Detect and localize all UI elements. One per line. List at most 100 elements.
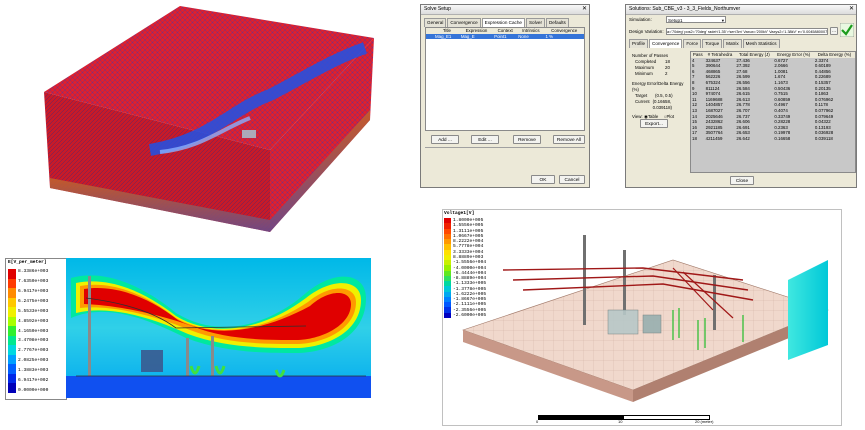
table-cell: 0.039118	[814, 135, 833, 141]
edit-button[interactable]: Edit ...	[471, 135, 499, 144]
legend-value: 5.5533e+003	[18, 308, 49, 314]
tab-profile[interactable]: Profile	[629, 39, 649, 48]
legend-value: 7.6350e+003	[18, 278, 49, 284]
legend-color-swatch	[8, 326, 16, 337]
legend-color-swatch	[8, 364, 16, 375]
legend-value: 4.1650e+003	[18, 328, 49, 334]
close-icon[interactable]: ✕	[849, 6, 854, 13]
field-legend-colorbar	[8, 269, 16, 394]
cell-intrinsics: None	[518, 33, 529, 39]
solve-setup-tabs: General Convergence Expression Cache Sol…	[421, 18, 589, 27]
legend-value: 8.3386e+003	[18, 269, 49, 274]
simulation-select[interactable]: Setup1 ▾	[666, 16, 726, 23]
substation-model	[462, 235, 829, 402]
current-value: (0.16658, 0.039118)	[652, 99, 673, 110]
convergence-info: Number of Passes Completed 18 Maximum 20 M…	[632, 53, 687, 120]
tab-mesh-statistics[interactable]: Mesh Statistics	[742, 39, 780, 48]
ok-button[interactable]: OK	[531, 175, 555, 184]
legend-color-swatch	[8, 373, 16, 384]
tab-convergence[interactable]: Convergence	[447, 18, 481, 27]
current-label: Current	[635, 99, 650, 104]
legend-color-swatch	[8, 335, 16, 346]
minimum-value: 2	[665, 71, 668, 76]
legend-value: 2.7767e+003	[18, 348, 49, 354]
checkmark-icon	[840, 23, 854, 37]
field-legend: E[V_per_meter] 8.3386e+003 7.6350e+003 6.9…	[5, 258, 67, 400]
remove-all-button[interactable]: Remove All	[553, 135, 585, 144]
close-icon[interactable]: ✕	[582, 6, 587, 13]
cell-convergence: 1 %	[545, 33, 554, 39]
transformer	[607, 309, 639, 335]
field-plot	[66, 258, 371, 398]
table-cell: 0.16658	[774, 135, 791, 141]
column-header-total-energy[interactable]: Total Energy (J)	[735, 52, 773, 58]
legend-value: 2.0825e+003	[18, 358, 49, 364]
scale-label-10: 10	[618, 419, 623, 424]
legend-color-swatch	[8, 278, 16, 289]
column-header-pass[interactable]: Pass	[691, 52, 705, 58]
close-button[interactable]: Close	[730, 176, 754, 185]
table-cell: 26.642	[736, 135, 750, 141]
legend-color-swatch	[8, 316, 16, 327]
design-variation-label: Design Variation:	[629, 29, 664, 34]
mesh-block-view	[44, 6, 374, 232]
tab-general[interactable]: General	[424, 18, 447, 27]
tab-defaults[interactable]: Defaults	[545, 18, 569, 27]
cell-title: Mag_E1	[435, 33, 452, 39]
simulation-label: Simulation:	[629, 17, 652, 22]
legend-color-swatch	[8, 307, 16, 318]
tab-expression-cache[interactable]: Expression Cache	[481, 18, 525, 27]
column-header-tetrahedra[interactable]: # Tetrahedra	[705, 52, 736, 58]
tab-torque[interactable]: Torque	[702, 39, 723, 48]
cell-expression: Mag_E	[460, 33, 475, 39]
table-row[interactable]: 18 4211459 26.642 0.16658 0.039118	[691, 136, 855, 142]
solve-setup-dialog: Solve Setup ✕ General Convergence Expres…	[420, 4, 590, 188]
solutions-tabs: Profile Convergence Force Torque Matrix …	[629, 39, 781, 48]
legend-color-swatch	[8, 354, 16, 365]
chevron-down-icon: ▾	[721, 18, 724, 23]
solutions-titlebar: Solutions: Sub_CBE_v3 - 3_3_Fields_North…	[626, 5, 856, 15]
solutions-title: Solutions: Sub_CBE_v3 - 3_3_Fields_North…	[629, 6, 741, 12]
scale-bar	[538, 415, 710, 420]
table-cell: 4211459	[705, 135, 723, 141]
solutions-window: Solutions: Sub_CBE_v3 - 3_3_Fields_North…	[625, 4, 857, 188]
more-button[interactable]: …	[830, 27, 838, 35]
tab-solver[interactable]: Solver	[525, 18, 545, 27]
scale-label-20: 20 (meter)	[695, 419, 714, 424]
simulation-value: Setup1	[668, 18, 683, 23]
solve-setup-title: Solve Setup	[424, 6, 451, 12]
legend-color-swatch	[8, 345, 16, 356]
legend-value: 6.9417e+002	[18, 378, 49, 384]
add-button[interactable]: Add ...	[431, 135, 459, 144]
legend-color-swatch	[8, 288, 16, 299]
convergence-table: Pass # Tetrahedra Total Energy (J) Energ…	[690, 51, 856, 173]
tab-force[interactable]: Force	[683, 39, 702, 48]
table-cell: 18	[692, 135, 697, 141]
legend-value: 1.3883e+003	[18, 368, 49, 374]
legend-value: 4.8592e+003	[18, 318, 49, 324]
legend-value: 3.4708e+003	[18, 338, 49, 344]
cell-context: Point1	[494, 33, 507, 39]
legend-color-swatch	[8, 297, 16, 308]
cancel-button[interactable]: Cancel	[559, 175, 585, 184]
boundary-wall	[788, 260, 828, 360]
field-legend-title: E[V_per_meter]	[8, 260, 47, 265]
expression-table: Title Expression Context Intrinsics Conv…	[425, 27, 585, 131]
voltage-scene: Voltage1[V] 1.8000e+005 1.5556e+005 1.3111…	[442, 209, 842, 426]
table-row[interactable]: Mag_E1 Mag_E Point1 None 1 %	[426, 33, 584, 40]
energy-error-label: Energy Error/Delta Energy (%)	[632, 81, 684, 92]
column-header-energy-error[interactable]: Energy Error (%)	[773, 52, 814, 58]
solve-setup-titlebar: Solve Setup ✕	[421, 5, 589, 15]
remove-button[interactable]: Remove	[513, 135, 541, 144]
tab-convergence[interactable]: Convergence	[649, 39, 683, 48]
legend-value: 0.0000e+000	[18, 388, 49, 393]
minimum-label: Minimum	[635, 71, 653, 76]
legend-color-swatch	[8, 269, 16, 280]
design-variation-field[interactable]: a='70deg' pos2='70deg' radeh'1.35' r'sen…	[666, 28, 828, 35]
tab-matrix[interactable]: Matrix	[723, 39, 742, 48]
legend-color-swatch	[8, 383, 16, 394]
column-header-delta-energy[interactable]: Delta Energy (%)	[814, 52, 855, 58]
scale-label-0: 0	[536, 419, 539, 424]
export-button[interactable]: Export...	[640, 119, 668, 128]
legend-value: 6.2475e+003	[18, 298, 49, 304]
